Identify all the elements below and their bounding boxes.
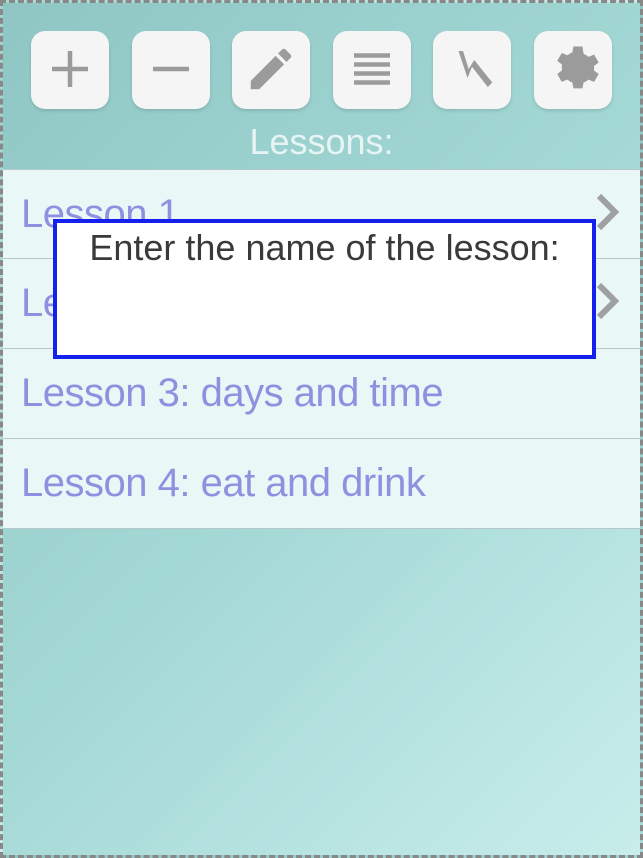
edit-button[interactable] bbox=[232, 31, 310, 109]
check-icon bbox=[445, 42, 499, 99]
gear-icon bbox=[546, 42, 600, 99]
plus-icon bbox=[43, 42, 97, 99]
minus-icon bbox=[144, 42, 198, 99]
check-button[interactable] bbox=[433, 31, 511, 109]
list-button[interactable] bbox=[333, 31, 411, 109]
settings-button[interactable] bbox=[534, 31, 612, 109]
lesson-label: Lesson 3: days and time bbox=[21, 371, 443, 416]
chevron-right-icon bbox=[592, 188, 622, 241]
add-button[interactable] bbox=[31, 31, 109, 109]
name-dialog: Enter the name of the lesson: bbox=[53, 219, 596, 359]
section-title: Lessons: bbox=[3, 117, 640, 169]
toolbar bbox=[13, 3, 630, 117]
pencil-icon bbox=[244, 42, 298, 99]
lesson-label: Lesson 4: eat and drink bbox=[21, 461, 425, 506]
chevron-right-icon bbox=[592, 277, 622, 330]
lesson-row[interactable]: Lesson 3: days and time bbox=[3, 349, 640, 439]
lesson-row[interactable]: Lesson 4: eat and drink bbox=[3, 439, 640, 529]
lesson-name-input[interactable] bbox=[67, 269, 582, 329]
remove-button[interactable] bbox=[132, 31, 210, 109]
app-screen: Lessons: Lesson 1 Lesson 2: colors Lesso… bbox=[0, 0, 643, 858]
list-icon bbox=[345, 42, 399, 99]
dialog-title: Enter the name of the lesson: bbox=[67, 227, 582, 269]
